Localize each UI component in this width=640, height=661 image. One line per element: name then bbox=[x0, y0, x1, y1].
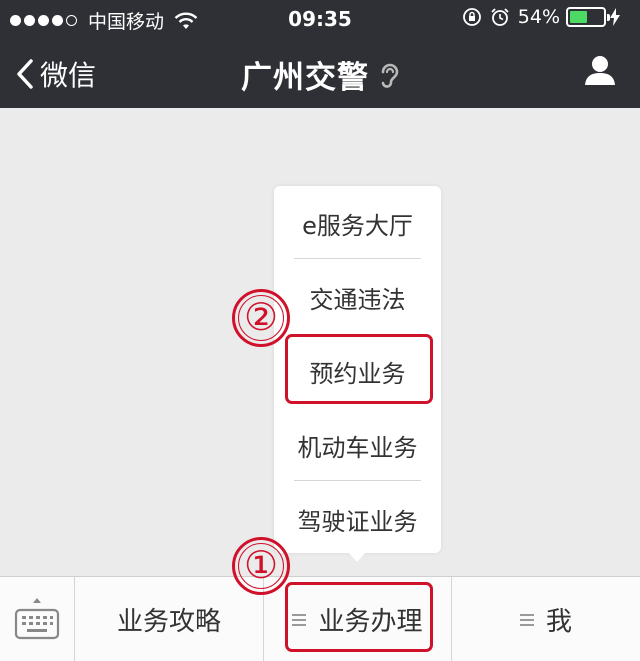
step-marker-1: ① bbox=[232, 537, 290, 595]
keyboard-toggle-button[interactable] bbox=[0, 577, 75, 661]
menu-divider bbox=[294, 258, 421, 259]
menu-item-traffic-violation[interactable]: 交通违法 bbox=[274, 280, 441, 315]
battery-fill bbox=[570, 11, 587, 23]
menu-item-license-business[interactable]: 驾驶证业务 bbox=[274, 502, 441, 537]
menu-item-vehicle-business[interactable]: 机动车业务 bbox=[274, 428, 441, 463]
menu-item-e-service-hall[interactable]: e服务大厅 bbox=[274, 206, 441, 241]
menu-divider bbox=[294, 480, 421, 481]
highlight-business-handling bbox=[285, 582, 433, 652]
orientation-lock-icon bbox=[462, 8, 481, 26]
status-bar: 中国移动 09:35 54% bbox=[0, 0, 640, 36]
profile-button[interactable] bbox=[584, 54, 616, 90]
page-title: 广州交警 bbox=[0, 52, 640, 97]
keyboard-icon bbox=[14, 598, 60, 640]
nav-bar: 微信 广州交警 bbox=[0, 36, 640, 108]
alarm-icon bbox=[491, 8, 509, 26]
page-title-text: 广州交警 bbox=[241, 60, 369, 96]
charging-icon bbox=[610, 8, 620, 26]
ear-icon bbox=[381, 63, 399, 88]
battery-percent: 54% bbox=[517, 6, 560, 28]
person-icon bbox=[585, 56, 615, 85]
battery-icon bbox=[566, 7, 610, 27]
highlight-appointment bbox=[285, 334, 433, 404]
step-marker-2: ② bbox=[232, 289, 290, 347]
status-right: 54% bbox=[462, 6, 628, 28]
menu-lines-icon bbox=[519, 611, 534, 629]
tab-label: 业务攻略 bbox=[116, 607, 221, 637]
header: 中国移动 09:35 54% 微信 广州交警 bbox=[0, 0, 640, 108]
tab-business-guide[interactable]: 业务攻略 bbox=[75, 577, 263, 661]
tab-label: 我 bbox=[545, 607, 572, 637]
tab-me[interactable]: 我 bbox=[452, 577, 640, 661]
